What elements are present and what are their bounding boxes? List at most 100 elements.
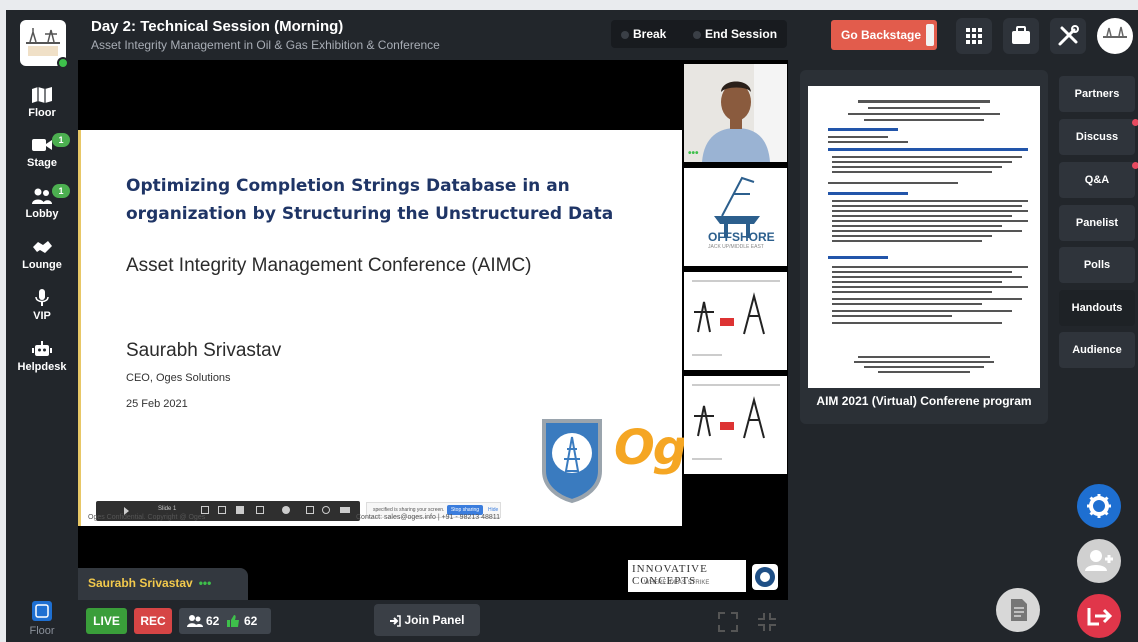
tab-label: Audience xyxy=(1072,344,1122,356)
sidebar-item-label: Floor xyxy=(28,107,56,119)
sidebar-item-floor[interactable]: Floor xyxy=(6,86,78,119)
slide-date: 25 Feb 2021 xyxy=(126,398,188,410)
oil-rig-graphic-icon xyxy=(692,280,780,356)
like-count: 62 xyxy=(244,614,258,628)
settings-button[interactable] xyxy=(1077,484,1121,528)
captions-icon[interactable] xyxy=(256,506,264,514)
fullscreen-icon[interactable] xyxy=(306,506,314,514)
tools-button[interactable] xyxy=(1050,18,1086,54)
rec-button[interactable]: REC xyxy=(134,608,172,634)
webcam-thumbnail[interactable]: ••• xyxy=(684,64,787,162)
live-button[interactable]: LIVE xyxy=(86,608,127,634)
expand-icon[interactable] xyxy=(718,612,738,632)
handout-document-preview[interactable] xyxy=(808,86,1040,388)
notes-icon[interactable] xyxy=(218,506,226,514)
briefcase-icon xyxy=(1012,26,1030,44)
event-subtitle: Asset Integrity Management in Oil & Gas … xyxy=(91,38,440,52)
sidebar-item-label: Helpdesk xyxy=(17,361,67,373)
tab-panelist[interactable]: Panelist xyxy=(1059,205,1135,241)
session-controls: Break End Session xyxy=(611,20,787,48)
tab-label: Handouts xyxy=(1071,302,1123,314)
sidebar-item-lounge[interactable]: Lounge xyxy=(6,238,78,271)
pointer-icon[interactable] xyxy=(236,506,244,514)
tab-label: Partners xyxy=(1074,88,1120,100)
exit-icon[interactable] xyxy=(340,507,350,513)
sidebar-item-floor-footer[interactable]: Floor xyxy=(6,600,78,637)
app-frame: Floor 1 Stage 1 Lobby Lounge VIP Helpdes… xyxy=(6,10,1138,642)
break-label: Break xyxy=(633,27,667,41)
grid-icon xyxy=(966,28,982,44)
slide-contact: Contact: sales@oges.info | +91 - 98213 4… xyxy=(356,514,501,521)
document-text-lines xyxy=(828,100,1028,373)
stage-video-area[interactable]: Optimizing Completion Strings Database i… xyxy=(78,60,788,600)
audience-counts[interactable]: 62 62 xyxy=(179,608,271,634)
join-panel-label: Join Panel xyxy=(404,613,465,627)
slide-footer: Oges Confidential. Copyright @ Oges xyxy=(88,514,206,521)
online-status-dot xyxy=(57,57,69,69)
sponsor-tagline: WHERE IDEAS STRIKE xyxy=(644,580,710,586)
pen-icon[interactable] xyxy=(201,506,209,514)
profile-avatar[interactable] xyxy=(1097,18,1133,54)
microphone-icon xyxy=(35,289,49,306)
slide-accent-bar xyxy=(78,130,81,526)
rig-graphic-thumbnail-1[interactable] xyxy=(684,272,787,370)
presentation-slide: Optimizing Completion Strings Database i… xyxy=(78,130,687,526)
offshore-logo-icon xyxy=(714,176,760,238)
rig-graphic-thumbnail-2[interactable] xyxy=(684,376,787,474)
sidebar-item-helpdesk[interactable]: Helpdesk xyxy=(6,340,78,373)
collapse-icon[interactable] xyxy=(757,612,777,632)
join-panel-button[interactable]: Join Panel xyxy=(374,604,480,636)
presenter-options-icon[interactable]: ••• xyxy=(199,576,212,590)
tools-icon xyxy=(1058,25,1079,46)
add-user-icon xyxy=(1085,550,1113,571)
sidebar-item-label: Lounge xyxy=(22,259,62,271)
sponsor-badge-icon xyxy=(752,564,778,590)
sidebar-footer-label: Floor xyxy=(29,625,55,637)
handout-card[interactable]: AIM 2021 (Virtual) Conferene program xyxy=(800,70,1048,424)
hide-button[interactable]: Hide xyxy=(488,507,498,513)
attendees-icon xyxy=(187,615,203,627)
tab-partners[interactable]: Partners xyxy=(1059,76,1135,112)
avatar-logo-icon xyxy=(1103,26,1127,38)
slide-presenter-name: Saurabh Srivastav xyxy=(126,340,282,361)
offshore-subtext: JACK UP/MIDDLE EAST xyxy=(708,244,764,250)
end-session-button[interactable]: End Session xyxy=(693,27,777,41)
settings-icon[interactable] xyxy=(322,506,330,514)
floor-map-icon xyxy=(32,601,52,621)
thumbs-up-icon xyxy=(227,615,239,627)
go-backstage-button[interactable]: Go Backstage xyxy=(831,20,937,50)
tab-handouts[interactable]: Handouts xyxy=(1059,290,1135,326)
handshake-icon xyxy=(33,241,52,253)
backstage-toggle xyxy=(926,24,934,46)
break-indicator-icon xyxy=(621,30,629,39)
person-webcam-icon xyxy=(684,64,787,162)
break-button[interactable]: Break xyxy=(621,27,666,41)
gear-icon xyxy=(1087,494,1111,518)
slide-presenter-role: CEO, Oges Solutions xyxy=(126,372,231,384)
grid-menu-button[interactable] xyxy=(956,18,992,54)
sidebar-item-stage[interactable]: 1 Stage xyxy=(6,133,78,169)
tab-polls[interactable]: Polls xyxy=(1059,247,1135,283)
presenter-name: Saurabh Srivastav xyxy=(88,576,193,590)
tab-label: Q&A xyxy=(1084,174,1110,186)
robot-icon xyxy=(32,341,52,356)
sign-in-icon xyxy=(390,615,402,627)
sidebar-item-label: VIP xyxy=(33,310,51,322)
offshore-logo-thumbnail[interactable]: OFFSHORE JACK UP/MIDDLE EAST xyxy=(684,168,787,266)
tab-discuss[interactable]: Discuss xyxy=(1059,119,1138,155)
attendee-count: 62 xyxy=(206,614,220,628)
add-user-button[interactable] xyxy=(1077,539,1121,583)
sidebar-item-vip[interactable]: VIP xyxy=(6,289,78,322)
presenter-name-tag: Saurabh Srivastav ••• xyxy=(78,568,248,600)
sidebar-item-label: Lobby xyxy=(25,208,59,220)
sidebar-item-lobby[interactable]: 1 Lobby xyxy=(6,184,78,220)
slide-title: Optimizing Completion Strings Database i… xyxy=(126,176,614,224)
share-text: specified is sharing your screen. xyxy=(373,507,445,513)
event-logo[interactable] xyxy=(20,20,69,69)
briefcase-button[interactable] xyxy=(1003,18,1039,54)
handout-caption: AIM 2021 (Virtual) Conferene program xyxy=(816,394,1032,408)
help-icon[interactable] xyxy=(282,506,290,514)
tab-audience[interactable]: Audience xyxy=(1059,332,1135,368)
tab-qa[interactable]: Q&A xyxy=(1059,162,1138,198)
tab-label: Discuss xyxy=(1075,131,1119,143)
